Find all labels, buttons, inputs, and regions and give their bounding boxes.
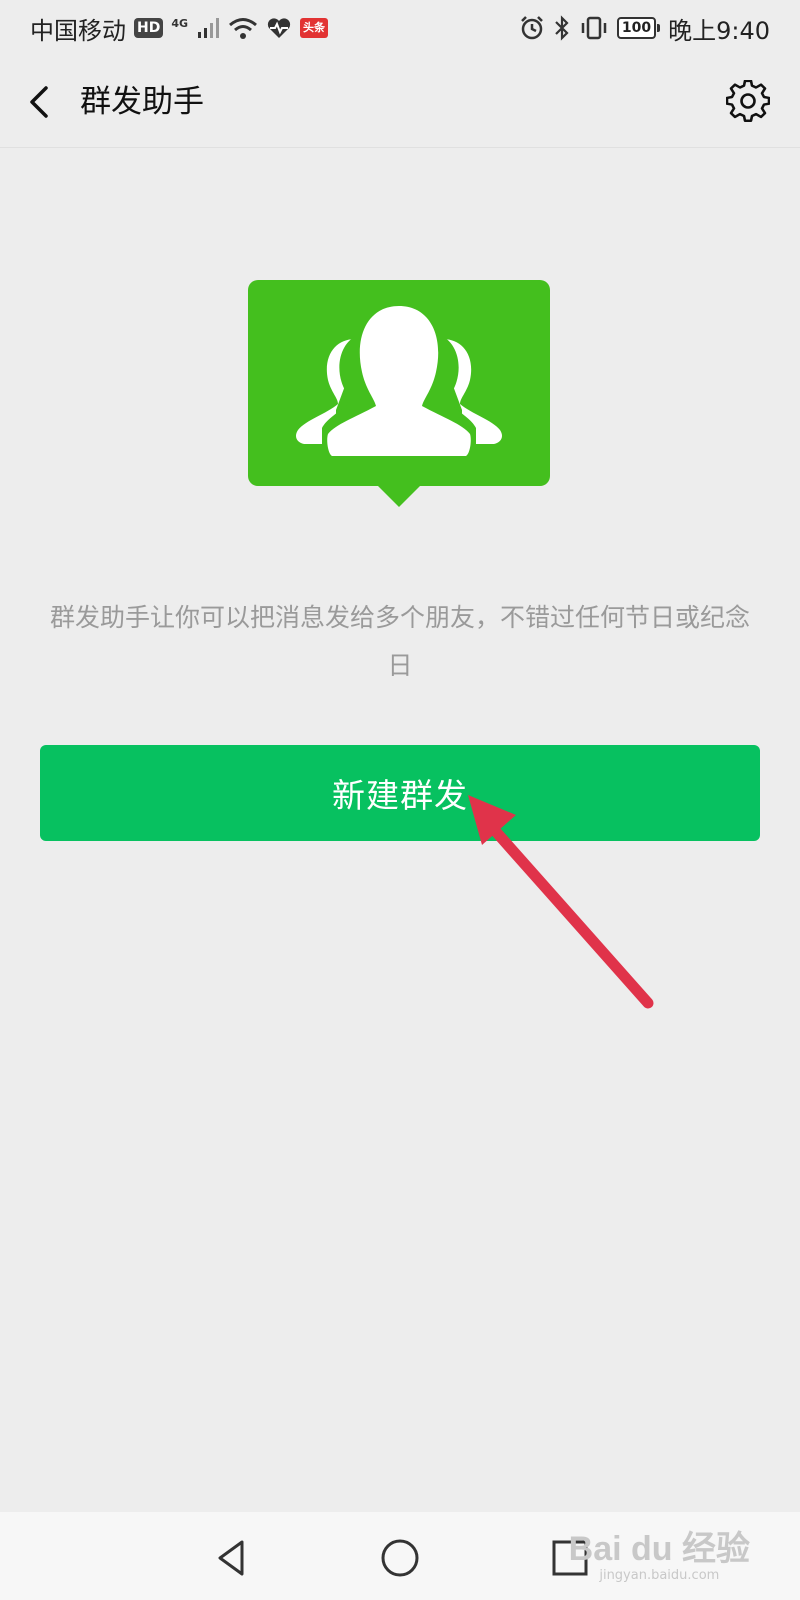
group-users-icon [248,280,550,507]
chevron-left-icon [30,86,48,118]
settings-button[interactable] [725,79,771,124]
signal-icon [198,18,220,38]
new-broadcast-button[interactable]: 新建群发 [40,745,760,841]
hd-badge: HD [134,18,164,38]
watermark-logo: Bai du 经验 [568,1530,750,1568]
status-right: 100 晚上9:40 [519,11,770,46]
system-home-button[interactable] [378,1536,422,1580]
watermark: Bai du 经验 jingyan.baidu.com [569,1530,750,1584]
new-broadcast-label: 新建群发 [332,776,468,815]
carrier-name: 中国移动 [30,16,126,45]
battery-level: 100 [616,17,657,39]
wifi-icon [229,18,257,39]
arrow-shaft [484,819,654,1009]
circle-home-icon [381,1539,419,1577]
status-bar: 中国移动 HD 4G 头条 100 晚上9:40 [0,0,800,56]
heart-icon [267,18,291,38]
back-button[interactable] [22,80,62,124]
watermark-url: jingyan.baidu.com [599,1568,720,1583]
triangle-back-icon [218,1540,244,1576]
battery-cap [657,24,661,32]
news-app-badge: 头条 [300,18,329,38]
feature-description: 群发助手让你可以把消息发给多个朋友，不错过任何节日或纪念日 [49,603,750,680]
network-type: 4G [171,16,189,30]
system-back-button[interactable] [210,1536,254,1580]
status-left: 中国移动 HD 4G 头条 [30,11,329,46]
bluetooth-icon [555,15,569,41]
clock: 晚上9:40 [668,16,770,45]
group-chat-illustration [248,280,550,516]
page-title: 群发助手 [80,84,204,120]
battery-indicator: 100 [616,17,661,39]
navigation-bar: 群发助手 [0,56,800,148]
vibrate-icon [581,16,607,40]
alarm-icon [520,16,543,40]
gear-icon [725,79,771,122]
